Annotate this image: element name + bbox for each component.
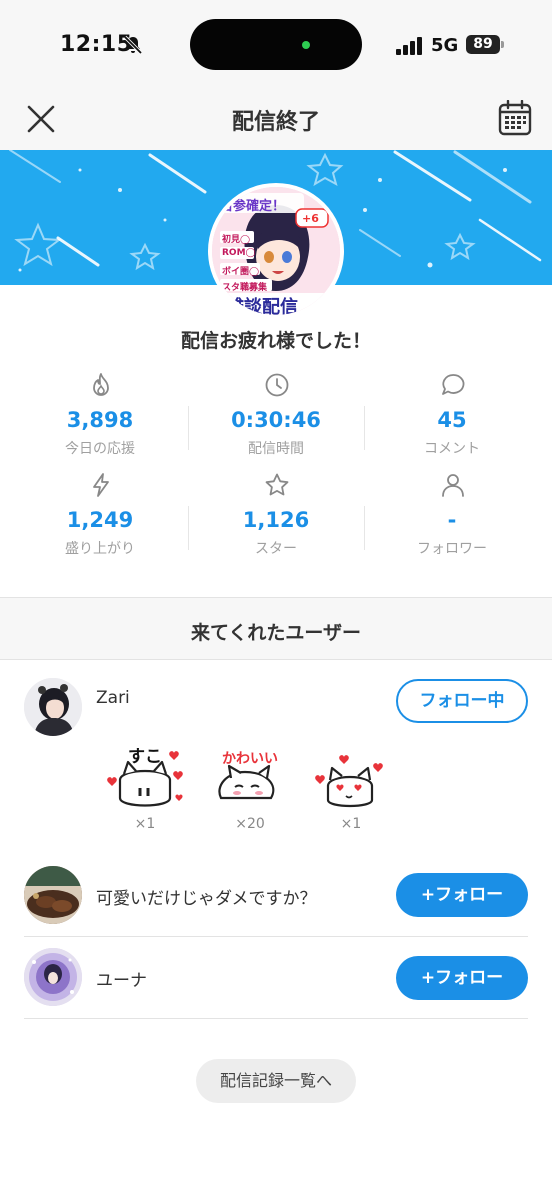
lightning-icon <box>93 473 109 497</box>
cat-sticker-icon <box>315 755 383 808</box>
thumbnail-item: スタ職募集 <box>222 283 268 293</box>
star-icon <box>265 473 289 496</box>
stat-comments: 45 コメント <box>364 368 540 468</box>
avatar[interactable] <box>24 948 82 1006</box>
person-icon <box>442 474 464 497</box>
stat-duration: 0:30:46 配信時間 <box>188 368 364 468</box>
visitor-name[interactable]: ユーナ <box>96 966 147 991</box>
stat-followers: - フォロワー <box>364 468 540 568</box>
thumbnail-main-text: 雑談配信 <box>226 297 298 315</box>
stat-value: - <box>447 508 457 532</box>
avatar[interactable] <box>24 678 82 736</box>
battery-icon: 89 <box>466 35 500 54</box>
sticker-kawaii: かわいい ×20 <box>205 740 295 850</box>
visitor-row: ユーナ +フォロー <box>24 948 528 1008</box>
calendar-icon[interactable] <box>498 100 532 136</box>
signal-icon <box>396 37 422 55</box>
stat-value: 0:30:46 <box>231 408 321 432</box>
sticker-text: すこ <box>128 747 162 767</box>
stat-excitement: 1,249 盛り上がり <box>12 468 188 568</box>
stat-value: 1,249 <box>66 508 134 532</box>
stat-label: 今日の応援 <box>65 441 135 457</box>
thumbnail-item: ボイ圏◯ <box>222 267 260 277</box>
dynamic-island <box>190 19 362 70</box>
visitor-row: 可愛いだけじゃダメですか？ +フォロー <box>24 866 528 926</box>
thumbnail-item: 初見◯ <box>222 235 251 245</box>
stat-value: 45 <box>437 408 467 432</box>
comment-icon <box>442 374 465 395</box>
thumbnail-caption: 古参確定！ <box>220 199 286 214</box>
stat-value: 3,898 <box>66 408 134 432</box>
status-bar: 12:15 5G 89 <box>0 0 552 90</box>
divider <box>24 936 528 937</box>
visitor-name[interactable]: 可愛いだけじゃダメですか？ <box>96 884 317 909</box>
sticker-count: ×1 <box>134 816 156 832</box>
thumbnail-badge: +6 <box>302 212 319 225</box>
sticker-count: ×1 <box>340 816 362 832</box>
stat-label: コメント <box>424 441 480 457</box>
completion-message: 配信お疲れ様でした！ <box>180 330 371 352</box>
flame-icon <box>93 373 109 396</box>
visitor-row: Zari フォロー中 すこ ×1 かわいい ×20 ×1 <box>24 672 528 852</box>
stat-value: 1,126 <box>242 508 310 532</box>
follow-button[interactable]: +フォロー <box>396 956 528 1000</box>
visitor-name[interactable]: Zari <box>96 688 130 708</box>
clock-icon <box>265 373 289 397</box>
section-title: 来てくれたユーザー <box>190 622 362 644</box>
network-type: 5G <box>431 35 459 56</box>
stream-thumbnail: 古参確定！ +6 初見◯ ROM◯ ボイ圏◯ スタ職募集 雑談配信 <box>208 183 344 319</box>
divider <box>24 1018 528 1019</box>
stat-cheer: 3,898 今日の応援 <box>12 368 188 468</box>
sticker-text: かわいい <box>222 751 278 767</box>
follow-button[interactable]: +フォロー <box>396 873 528 917</box>
sticker-count: ×20 <box>235 816 265 832</box>
page-title: 配信終了 <box>231 110 320 135</box>
stats-grid: 3,898 今日の応援 0:30:46 配信時間 45 コメント 1,249 盛… <box>12 368 540 568</box>
stat-label: 配信時間 <box>248 441 304 457</box>
following-button[interactable]: フォロー中 <box>396 679 528 723</box>
avatar[interactable] <box>24 866 82 924</box>
visitors-header: 来てくれたユーザー <box>0 597 552 660</box>
nav-header: 配信終了 <box>0 90 552 150</box>
sticker-suko: すこ ×1 <box>100 740 190 850</box>
sticker-hearts: ×1 <box>306 740 396 850</box>
stat-label: フォロワー <box>417 541 487 557</box>
stat-label: スター <box>255 541 297 557</box>
stream-history-button[interactable]: 配信記録一覧へ <box>196 1059 356 1103</box>
thumbnail-item: ROM◯ <box>222 248 256 258</box>
stat-label: 盛り上がり <box>65 541 135 557</box>
stat-stars: 1,126 スター <box>188 468 364 568</box>
bell-muted-icon <box>123 35 143 55</box>
